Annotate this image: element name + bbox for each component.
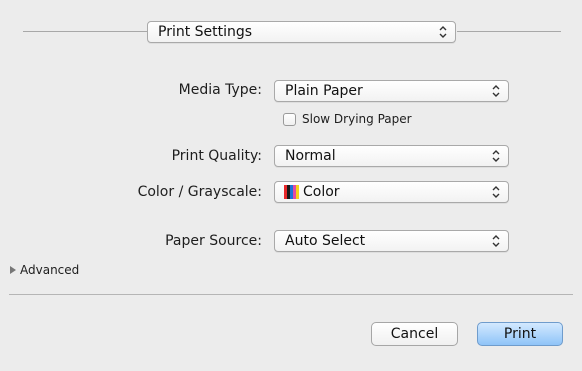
print-quality-label: Print Quality: (171, 148, 262, 164)
slow-drying-label: Slow Drying Paper (302, 112, 412, 126)
paper-source-value: Auto Select (285, 233, 366, 249)
chevron-updown-icon (492, 235, 500, 247)
chevron-updown-icon (439, 26, 447, 38)
color-grayscale-value: Color (303, 184, 340, 200)
print-quality-popup[interactable]: Normal (274, 145, 509, 167)
disclosure-triangle-icon (10, 266, 16, 274)
color-swatch-icon (284, 185, 299, 199)
paper-source-label: Paper Source: (165, 233, 262, 249)
chevron-updown-icon (492, 186, 500, 198)
media-type-value: Plain Paper (285, 83, 363, 99)
footer-divider (9, 294, 573, 295)
advanced-disclosure[interactable]: Advanced (10, 263, 120, 277)
media-type-label: Media Type: (178, 82, 262, 98)
advanced-label: Advanced (20, 263, 80, 277)
swatch-stripe (296, 185, 299, 199)
paper-source-popup[interactable]: Auto Select (274, 230, 509, 252)
header-rule-left (23, 31, 147, 32)
print-quality-value: Normal (285, 148, 336, 164)
chevron-updown-icon (492, 150, 500, 162)
cancel-button[interactable]: Cancel (371, 322, 458, 346)
print-button[interactable]: Print (477, 322, 563, 346)
color-grayscale-label: Color / Grayscale: (137, 184, 262, 200)
slow-drying-checkbox[interactable] (283, 113, 296, 126)
chevron-updown-icon (492, 85, 500, 97)
color-grayscale-popup[interactable]: Color (274, 181, 509, 203)
print-settings-popup[interactable]: Print Settings (147, 21, 456, 43)
media-type-popup[interactable]: Plain Paper (274, 80, 509, 102)
header-rule-right (457, 31, 561, 32)
print-settings-value: Print Settings (158, 24, 253, 40)
